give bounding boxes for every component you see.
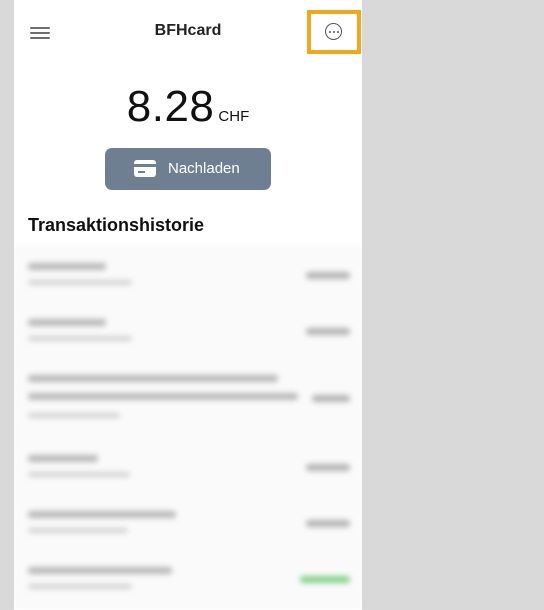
reload-button-label: Nachladen — [168, 160, 240, 177]
transaction-list — [14, 248, 362, 610]
transaction-title-redacted — [28, 567, 172, 574]
app-screen: BFHcard 8.28 CHF Nachladen Transaktionshi… — [14, 0, 362, 610]
transaction-title-redacted — [28, 375, 278, 382]
transaction-title-redacted — [28, 263, 106, 270]
transaction-amount-redacted — [306, 464, 350, 471]
more-options-icon[interactable] — [325, 23, 342, 40]
transaction-title-redacted-line2 — [28, 393, 298, 400]
screen-background: BFHcard 8.28 CHF Nachladen Transaktionshi… — [0, 0, 544, 610]
app-title: BFHcard — [154, 22, 222, 39]
transaction-row[interactable] — [14, 552, 362, 610]
transaction-amount-redacted — [306, 520, 350, 527]
transaction-date-redacted — [28, 528, 128, 533]
transaction-date-redacted — [28, 584, 132, 589]
reload-button[interactable]: Nachladen — [105, 148, 271, 190]
top-bar: BFHcard — [14, 0, 362, 64]
balance-amount: 8.28 — [126, 82, 215, 131]
balance-display: 8.28 CHF — [14, 82, 362, 132]
transaction-row[interactable] — [14, 496, 362, 552]
transaction-history-title: Transaktionshistorie — [28, 215, 205, 235]
transaction-date-redacted — [28, 336, 132, 341]
transaction-date-redacted — [28, 413, 120, 418]
transaction-row[interactable] — [14, 248, 362, 304]
credit-card-icon — [134, 160, 156, 177]
transaction-date-redacted — [28, 472, 130, 477]
hamburger-menu-icon[interactable] — [30, 27, 50, 39]
transaction-title-redacted — [28, 319, 106, 326]
transaction-amount-redacted — [306, 328, 350, 335]
transaction-amount-redacted — [300, 576, 350, 583]
transaction-amount-redacted — [306, 272, 350, 279]
transaction-title-redacted — [28, 455, 98, 462]
transaction-amount-redacted — [312, 395, 350, 402]
transaction-date-redacted — [28, 280, 132, 285]
transaction-row[interactable] — [14, 360, 362, 440]
transaction-title-redacted — [28, 511, 176, 518]
balance-currency: CHF — [218, 108, 250, 125]
more-options-highlight — [307, 10, 361, 54]
more-options-button[interactable] — [311, 14, 357, 50]
transaction-row[interactable] — [14, 304, 362, 360]
transaction-row[interactable] — [14, 440, 362, 496]
